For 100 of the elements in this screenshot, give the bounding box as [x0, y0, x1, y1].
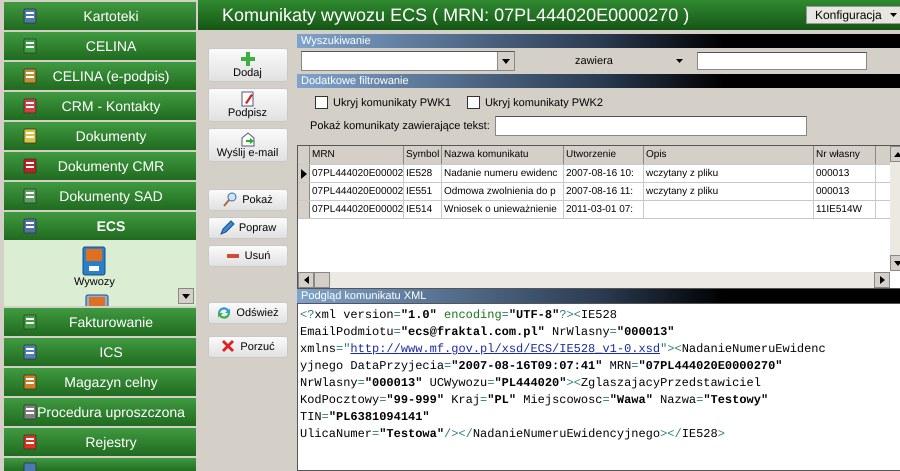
sidebar-item[interactable]: ECS — [4, 212, 196, 240]
app-icon — [22, 314, 38, 330]
xml-line: NrWlasny="000013" UCWywozu="PL444020"><ZglaszajacyPrzedstawiciel — [300, 375, 762, 392]
sidebar-item[interactable]: Dokumenty CMR — [4, 152, 196, 180]
filter-label: Pokaż komunikaty zawierające tekst: — [310, 120, 490, 132]
caret-icon — [890, 13, 897, 17]
scroll-down-button[interactable] — [178, 288, 194, 304]
app-icon — [22, 344, 38, 360]
app-icon — [22, 188, 38, 204]
refresh-icon — [216, 305, 232, 321]
sidebar-item[interactable]: Fakturowanie — [4, 308, 196, 336]
table-cell: wczytany z pliku — [644, 165, 814, 182]
app-icon — [22, 434, 38, 450]
xml-line: yjnego DataPrzyjecia="2007-08-16T09:07:41" MRN="07PL444020E0000270" — [300, 358, 784, 375]
pencil-icon — [218, 220, 235, 236]
operator-dropdown[interactable]: zawiera — [575, 55, 687, 67]
table-cell: 07PL444020E00002 — [310, 183, 404, 200]
table-cell: 11IE514W — [814, 201, 876, 218]
sidebar-item[interactable]: CELINA — [4, 32, 196, 60]
app-icon — [22, 38, 38, 54]
table-cell: IE514 — [404, 201, 442, 218]
sidebar-item[interactable]: Procedura uproszczona — [4, 398, 196, 426]
row-pointer-icon — [300, 168, 306, 178]
xml-line: <?xml version="1.0" encoding="UTF-8"?><IE528 — [300, 307, 618, 324]
toolbar-button[interactable]: Wyślij e-mail — [208, 128, 288, 162]
table-cell: 2011-03-01 07: — [564, 201, 644, 218]
table-cell: IE528 — [404, 165, 442, 182]
table-cell: 2007-08-16 10: — [564, 165, 644, 182]
app-icon — [22, 158, 38, 174]
section-header: Wyszukiwanie — [297, 34, 900, 48]
sidebar-item[interactable]: Kartoteki — [4, 2, 196, 30]
sidebar-item[interactable]: Dokumenty — [4, 122, 196, 150]
column-header[interactable]: Nr własny — [814, 146, 876, 164]
xml-line: EmailPodmiotu="ecs@fraktal.com.pl" NrWlasny="000013" — [300, 324, 676, 341]
up-arrow-icon — [894, 152, 900, 156]
checkbox[interactable] — [315, 96, 328, 109]
table-cell: 07PL444020E00002 — [310, 165, 404, 182]
toolbar-button[interactable]: Usuń — [208, 245, 288, 267]
table-cell: Odmowa zwolnienia do p — [442, 183, 564, 200]
submenu-item[interactable]: Wywozy — [74, 246, 115, 288]
sidebar-item[interactable]: Magazyn celny — [4, 368, 196, 396]
section-header: Dodatkowe filtrowanie — [297, 74, 900, 88]
xml-line: xmlns="http://www.mf.gov.pl/xsd/ECS/IE528_v1-0.xsd"><NadanieNumeruEwidenc — [300, 341, 827, 358]
toolbar-button[interactable]: Odśwież — [208, 302, 288, 324]
toolbar-button[interactable]: Pokaż — [208, 189, 288, 211]
toolbar-button[interactable]: Podpisz — [208, 88, 288, 122]
left-arrow-icon — [304, 276, 308, 284]
app-icon — [22, 374, 38, 390]
folder-icon[interactable] — [84, 294, 110, 306]
app-icon — [22, 218, 38, 234]
column-header[interactable]: Nazwa komunikatu — [442, 146, 564, 164]
app-icon — [22, 404, 38, 420]
table-cell: Wniosek o unieważnienie — [442, 201, 564, 218]
column-header[interactable]: MRN — [310, 146, 404, 164]
row-indicator[interactable] — [298, 165, 310, 182]
column-header[interactable]: Symbol — [404, 146, 442, 164]
column-header[interactable]: Opis — [644, 146, 814, 164]
checkbox-label: Ukryj komunikaty PWK2 — [484, 96, 603, 108]
filter-text-field[interactable] — [494, 116, 807, 136]
caret-icon — [676, 59, 683, 63]
toolbar-button[interactable]: Dodaj — [208, 48, 288, 82]
checkbox-label: Ukryj komunikaty PWK1 — [333, 96, 451, 108]
configuration-dropdown[interactable]: Konfiguracja — [806, 6, 900, 24]
table-cell: IE551 — [404, 183, 442, 200]
sidebar-item[interactable]: Dokumenty SAD — [4, 182, 196, 210]
pen-document-icon — [240, 91, 256, 107]
app-icon — [22, 8, 38, 24]
table-cell: 000013 — [814, 165, 876, 182]
right-arrow-icon — [880, 276, 884, 284]
magnifier-icon — [222, 192, 238, 208]
toolbar-button[interactable]: Porzuć — [208, 336, 288, 358]
caret-icon — [502, 58, 510, 64]
toolbar-button[interactable]: Popraw — [208, 217, 288, 239]
horizontal-scrollbar[interactable] — [298, 272, 890, 288]
table-cell: Nadanie numeru ewidenc — [442, 165, 564, 182]
xml-line: KodPocztowy="99-999" Kraj="PL" Miejscowosc="Wawa" Nazwa="Testowy" — [300, 392, 770, 409]
sidebar-item[interactable]: CRM - Kontakty — [4, 92, 196, 120]
envelope-arrow-icon — [240, 131, 256, 147]
sidebar-item[interactable]: Rejestry — [4, 428, 196, 456]
scrollbar-thumb[interactable] — [314, 272, 330, 288]
table-cell: 07PL444020E00002 — [310, 201, 404, 218]
column-header[interactable]: Utworzenie — [564, 146, 644, 164]
cross-icon — [220, 339, 236, 355]
folder-icon[interactable] — [81, 246, 108, 276]
app-icon — [22, 128, 38, 144]
plus-icon — [240, 51, 256, 67]
sidebar-item[interactable]: CELINA (e-podpis) — [4, 62, 196, 90]
search-field[interactable] — [697, 52, 867, 70]
caret-icon — [182, 294, 190, 298]
app-icon — [22, 98, 38, 114]
table-cell: 2007-08-16 11: — [564, 183, 644, 200]
table-cell: 000013 — [814, 183, 876, 200]
table-cell: wczytany z pliku — [644, 183, 814, 200]
checkbox[interactable] — [466, 96, 480, 109]
down-arrow-icon — [894, 260, 900, 266]
field-dropdown[interactable] — [301, 51, 515, 71]
app-icon — [22, 68, 38, 84]
window-title: Komunikaty wywozu ECS ( MRN: 07PL444020E0000270 ) — [222, 4, 690, 26]
section-header: Podgląd komunikatu XML — [297, 289, 900, 303]
sidebar-item[interactable]: ICS — [4, 338, 196, 366]
